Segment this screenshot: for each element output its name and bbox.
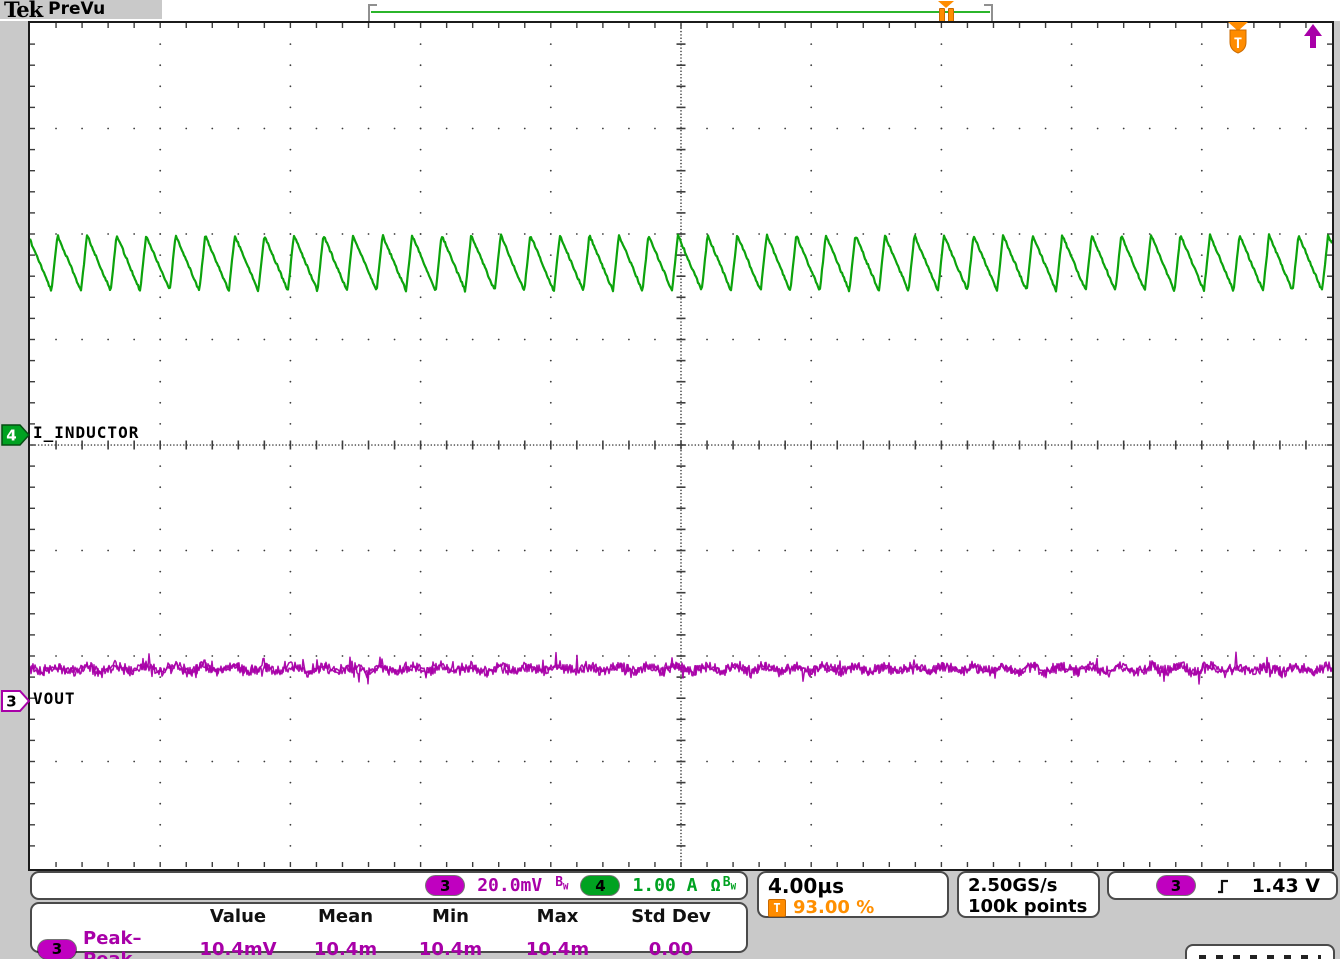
trigger-position-value: 93.00 % <box>793 897 874 918</box>
trigger-slope-rising-icon <box>1216 877 1230 895</box>
measurement-col-header: Value <box>182 905 294 928</box>
svg-text:T: T <box>1234 36 1242 52</box>
tek-logo-block: Tek PreVu <box>0 0 162 19</box>
ch3-marker[interactable]: 3 <box>1 689 31 717</box>
timebase-box[interactable]: 4.00µs T 93.00 % <box>757 871 949 918</box>
oscilloscope-screen: Tek PreVu T 4 <box>0 0 1340 959</box>
trigger-level-value: 1.43 V <box>1252 875 1320 897</box>
trigger-box[interactable]: 3 1.43 V <box>1107 871 1338 900</box>
sample-rate: 2.50GS/s <box>968 875 1089 896</box>
preview-trigger-position-icon[interactable] <box>938 1 954 22</box>
trigger-time-marker[interactable]: T <box>1227 22 1251 62</box>
ch3-scale: 20.0mV <box>477 875 542 896</box>
tek-logo: Tek <box>4 0 42 19</box>
measurement-col-header: Std Dev <box>611 905 731 928</box>
preview-waveform-line <box>371 11 990 13</box>
measurement-row: 3 Peak–Peak 10.4mV 10.4m 10.4m 10.4m 0.0… <box>32 928 746 959</box>
trigger-source-badge: 3 <box>1157 876 1195 895</box>
ch3-bandwidth-icon: BW <box>555 876 568 895</box>
measurement-mean: 10.4m <box>294 938 397 959</box>
measurement-col-header: Max <box>504 905 611 928</box>
ch4-marker[interactable]: 4 <box>1 423 31 451</box>
measurement-name: Peak–Peak <box>83 928 182 959</box>
ch4-trace-label: I_INDUCTOR <box>33 423 139 442</box>
channel-readout-bar: 3 20.0mV BW 4 1.00 A Ω BW <box>30 871 748 900</box>
top-bar: Tek PreVu <box>0 0 1340 21</box>
measurement-stddev: 0.00 <box>611 938 731 959</box>
ch3-marker-label: 3 <box>6 693 16 711</box>
measurement-col-header: Min <box>397 905 504 928</box>
waveform-display-svg <box>30 23 1332 867</box>
acquisition-preview-bar <box>368 4 993 20</box>
measurement-max: 10.4m <box>504 938 611 959</box>
timebase-scale: 4.00µs <box>768 875 938 897</box>
ch4-bandwidth-icon: BW <box>723 876 736 895</box>
ch4-badge[interactable]: 4 <box>581 876 619 895</box>
ch4-ohm-coupling-icon: Ω <box>711 876 721 896</box>
measurement-source-badge: 3 <box>38 940 76 959</box>
measurement-table: Value Mean Min Max Std Dev 3 Peak–Peak 1… <box>30 902 748 953</box>
acq-mode-label: PreVu <box>48 0 105 19</box>
ch4-marker-label: 4 <box>6 427 16 445</box>
measurement-value: 10.4mV <box>182 938 294 959</box>
measurement-col-header: Mean <box>294 905 397 928</box>
graticule <box>28 21 1334 871</box>
acquisition-box[interactable]: 2.50GS/s 100k points <box>957 871 1100 918</box>
ch3-trace-label: VOUT <box>33 689 76 708</box>
ch3-badge[interactable]: 3 <box>426 876 464 895</box>
ch4-scale: 1.00 A <box>632 875 697 896</box>
measurement-min: 10.4m <box>397 938 504 959</box>
trigger-position-icon: T <box>768 899 786 917</box>
datetime-clipped-text <box>1199 955 1321 959</box>
t-flag-icon: T <box>1227 22 1251 58</box>
trigger-level-arrow-icon[interactable] <box>1303 23 1323 53</box>
record-length: 100k points <box>968 896 1089 917</box>
datetime-clipped-box <box>1185 944 1335 959</box>
